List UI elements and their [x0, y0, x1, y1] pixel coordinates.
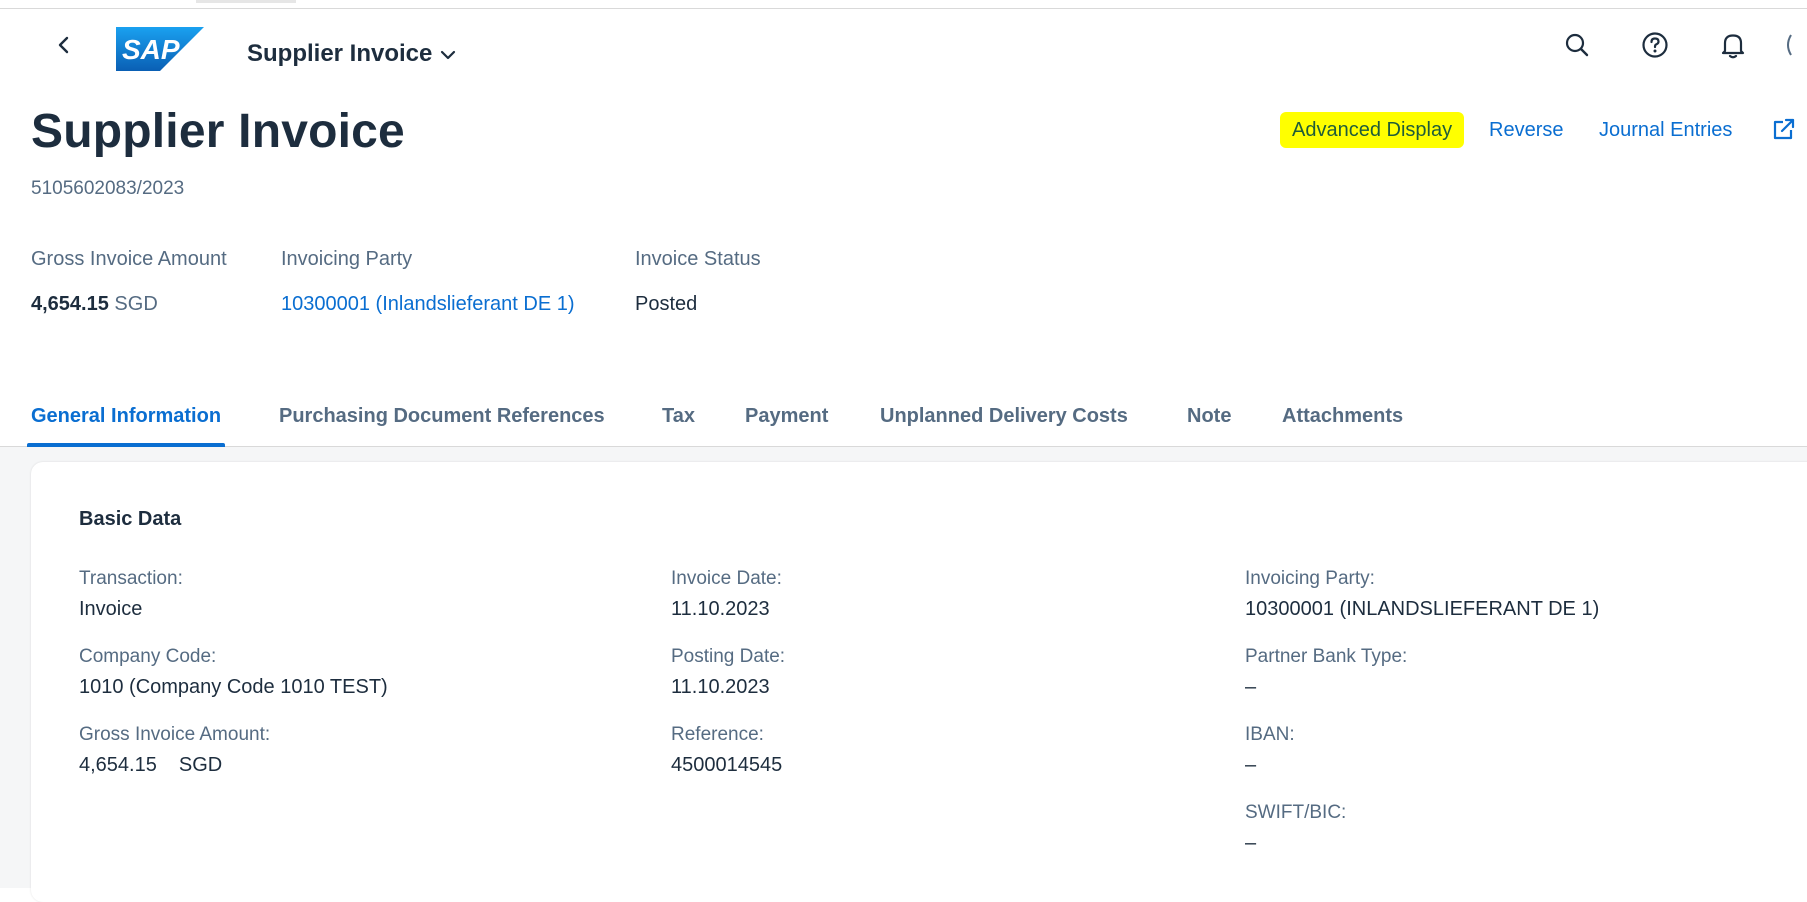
section-tabs: General Information Purchasing Document …: [0, 396, 1807, 447]
svg-text:SAP: SAP: [122, 34, 180, 65]
field-label: Reference:: [671, 724, 764, 745]
field-value: 11.10.2023: [671, 676, 770, 698]
field-company-code: Company Code: 1010 (Company Code 1010 TE…: [79, 646, 388, 699]
kpi-invoice-status: Invoice Status Posted: [635, 248, 761, 316]
field-value: 10300001 (INLANDSLIEFERANT DE 1): [1245, 598, 1600, 620]
field-value: –: [1245, 676, 1257, 698]
field-value: 4,654.15 SGD: [79, 754, 270, 777]
notifications-button[interactable]: [1713, 27, 1753, 67]
field-label: Gross Invoice Amount:: [79, 724, 271, 745]
search-button[interactable]: [1557, 27, 1597, 67]
advanced-display-button[interactable]: Advanced Display: [1280, 112, 1465, 148]
kpi-invoicing-party: Invoicing Party 10300001 (Inlandsliefera…: [281, 248, 575, 316]
currency-unit: SGD: [114, 293, 158, 315]
field-value: Invoice: [79, 598, 143, 620]
field-label: SWIFT/BIC:: [1245, 802, 1347, 823]
tab-unplanned-delivery-costs[interactable]: Unplanned Delivery Costs: [880, 396, 1128, 446]
kpi-gross-invoice-amount: Gross Invoice Amount 4,654.15 SGD: [31, 248, 227, 316]
chevron-left-icon: [56, 35, 72, 60]
field-value: 11.10.2023: [671, 598, 770, 620]
tab-note[interactable]: Note: [1187, 396, 1231, 446]
tab-tax[interactable]: Tax: [662, 396, 695, 446]
field-value: 1010 (Company Code 1010 TEST): [79, 676, 388, 698]
field-transaction: Transaction: Invoice: [79, 568, 183, 621]
field-label: Transaction:: [79, 568, 183, 589]
tab-payment[interactable]: Payment: [745, 396, 828, 446]
kpi-value: 4,654.15 SGD: [31, 293, 227, 316]
bell-icon: [1720, 31, 1746, 64]
journal-entries-button[interactable]: Journal Entries: [1599, 112, 1732, 148]
search-icon: [1564, 32, 1590, 63]
field-swift-bic: SWIFT/BIC: –: [1245, 802, 1346, 855]
app-title-text: Supplier Invoice: [247, 40, 433, 67]
avatar-edge-icon: [1783, 31, 1793, 64]
field-value: 4500014545: [671, 754, 783, 776]
currency-unit: SGD: [178, 754, 223, 776]
field-value: –: [1245, 832, 1257, 854]
help-icon: [1641, 31, 1669, 64]
tab-attachments[interactable]: Attachments: [1282, 396, 1403, 446]
amount-value: 4,654.15: [79, 754, 157, 776]
sap-logo[interactable]: SAP: [116, 27, 204, 71]
field-gross-invoice-amount: Gross Invoice Amount: 4,654.15 SGD: [79, 724, 270, 777]
field-label: IBAN:: [1245, 724, 1295, 745]
invoice-status-value: Posted: [635, 293, 698, 315]
chevron-down-icon: [440, 40, 456, 68]
field-label: Posting Date:: [671, 646, 786, 667]
app-title-menu[interactable]: Supplier Invoice: [247, 34, 456, 74]
back-button[interactable]: [44, 27, 84, 67]
kpi-label: Gross Invoice Amount: [31, 248, 227, 270]
field-label: Partner Bank Type:: [1245, 646, 1408, 667]
invoice-document-number: 5105602083/2023: [31, 178, 185, 199]
kpi-label: Invoice Status: [635, 248, 761, 270]
header-actions: Advanced Display Reverse Journal Entries: [1280, 112, 1807, 148]
field-label: Invoicing Party:: [1245, 568, 1375, 589]
page-title: Supplier Invoice: [31, 105, 405, 158]
field-iban: IBAN: –: [1245, 724, 1295, 777]
field-reference: Reference: 4500014545: [671, 724, 782, 777]
shell-bar: SAP Supplier Invoice: [0, 9, 1807, 87]
tab-purchasing-document-references[interactable]: Purchasing Document References: [279, 396, 605, 446]
share-button[interactable]: [1771, 116, 1797, 152]
tab-general-information[interactable]: General Information: [26, 396, 226, 447]
browser-tab-stub: [196, 0, 296, 3]
user-avatar-partial[interactable]: [1783, 27, 1807, 67]
invoicing-party-link[interactable]: 10300001 (Inlandslieferant DE 1): [281, 293, 575, 316]
field-label: Company Code:: [79, 646, 217, 667]
kpi-label: Invoicing Party: [281, 248, 413, 270]
amount-value: 4,654.15: [31, 293, 109, 315]
browser-top-edge: [0, 0, 1807, 9]
field-value: –: [1245, 754, 1257, 776]
field-invoicing-party: Invoicing Party: 10300001 (INLANDSLIEFER…: [1245, 568, 1599, 621]
field-partner-bank-type: Partner Bank Type: –: [1245, 646, 1407, 699]
section-title-basic-data: Basic Data: [79, 508, 182, 530]
field-invoice-date: Invoice Date: 11.10.2023: [671, 568, 782, 621]
shell-actions: [1557, 27, 1807, 67]
share-icon: [1771, 118, 1797, 147]
field-label: Invoice Date:: [671, 568, 782, 589]
help-button[interactable]: [1635, 27, 1675, 67]
reverse-button[interactable]: Reverse: [1489, 112, 1563, 148]
field-posting-date: Posting Date: 11.10.2023: [671, 646, 785, 699]
